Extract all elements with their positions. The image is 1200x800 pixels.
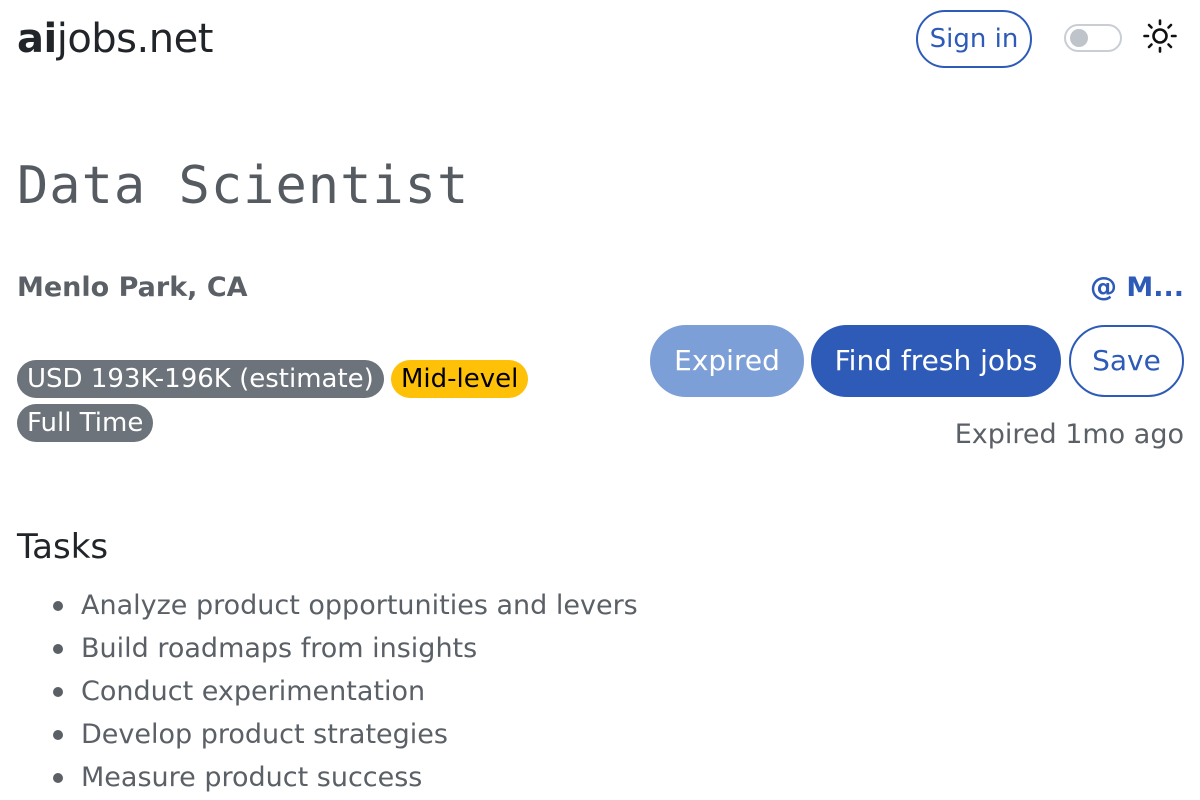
job-location: Menlo Park, CA <box>17 272 248 303</box>
task-item: Measure product success <box>50 756 638 799</box>
tasks-list: Analyze product opportunities and levers… <box>50 584 638 799</box>
employment-type-badge: Full Time <box>17 404 154 442</box>
site-header: aijobs.net Sign in <box>0 0 1200 80</box>
toggle-knob <box>1070 29 1088 47</box>
tasks-heading: Tasks <box>17 527 109 567</box>
job-title: Data Scientist <box>17 156 470 216</box>
save-button[interactable]: Save <box>1069 325 1184 397</box>
company-link[interactable]: @ M... <box>1080 268 1184 308</box>
expired-timestamp: Expired 1mo ago <box>954 419 1184 450</box>
logo-domain-text: jobs.net <box>56 16 214 62</box>
find-fresh-jobs-button[interactable]: Find fresh jobs <box>811 325 1061 397</box>
salary-badge: USD 193K-196K (estimate) <box>17 360 384 398</box>
theme-toggle[interactable] <box>1064 24 1122 52</box>
sign-in-button[interactable]: Sign in <box>916 10 1032 68</box>
site-logo[interactable]: aijobs.net <box>17 14 213 64</box>
task-item: Analyze product opportunities and levers <box>50 584 638 627</box>
expired-button[interactable]: Expired <box>650 325 804 397</box>
task-item: Build roadmaps from insights <box>50 627 638 670</box>
task-item: Conduct experimentation <box>50 670 638 713</box>
logo-ai-text: ai <box>17 16 57 62</box>
level-badge: Mid-level <box>391 360 529 398</box>
sun-icon[interactable] <box>1142 18 1178 54</box>
task-item: Develop product strategies <box>50 713 638 756</box>
